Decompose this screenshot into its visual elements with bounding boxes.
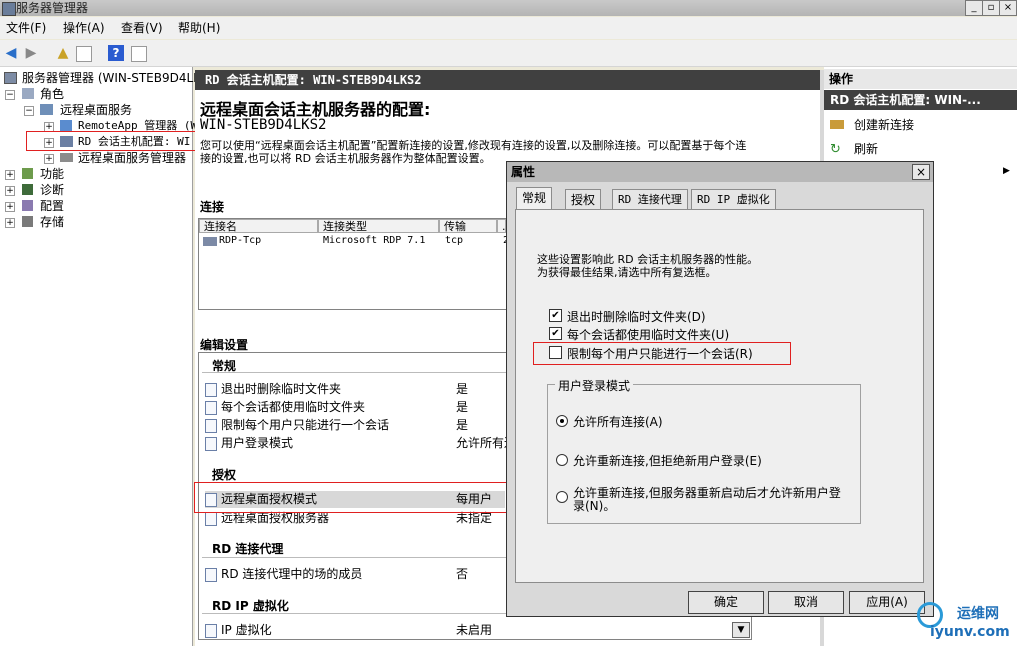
roles-icon bbox=[22, 88, 34, 99]
collapse-icon[interactable]: − bbox=[5, 90, 15, 100]
menu-help[interactable]: 帮助(H) bbox=[178, 17, 220, 39]
checkbox-delete-temp-label: 退出时删除临时文件夹(D) bbox=[567, 310, 706, 324]
close-window-button[interactable]: × bbox=[999, 0, 1017, 16]
col-connection-name[interactable]: 连接名 bbox=[199, 219, 318, 233]
tab-connection-broker[interactable]: RD 连接代理 bbox=[612, 189, 688, 210]
window-title: 服务器管理器 bbox=[16, 1, 89, 15]
apply-button[interactable]: 应用(A) bbox=[849, 591, 925, 614]
setting-row[interactable]: 退出时删除临时文件夹是 bbox=[205, 381, 468, 398]
highlight-box bbox=[26, 131, 196, 151]
expand-icon[interactable]: + bbox=[5, 202, 15, 212]
broker-section-title: RD 连接代理 bbox=[212, 542, 284, 556]
menu-action[interactable]: 操作(A) bbox=[63, 17, 105, 39]
divider bbox=[202, 372, 506, 373]
setting-row[interactable]: 限制每个用户只能进行一个会话是 bbox=[205, 417, 468, 434]
checkbox-per-session-temp-label: 每个会话都使用临时文件夹(U) bbox=[567, 328, 730, 342]
back-icon[interactable]: ◀ bbox=[2, 44, 20, 62]
network-icon bbox=[203, 237, 217, 246]
expand-icon[interactable]: + bbox=[5, 186, 15, 196]
description-line-2: 接的设置,也可以将 RD 会话主机服务器作为整体配置设置。 bbox=[200, 152, 491, 165]
radio-allow-after-restart-label-2: 录(N)。 bbox=[573, 499, 616, 513]
divider bbox=[202, 613, 506, 614]
remoteapp-icon bbox=[60, 120, 72, 131]
radio-deny-new[interactable] bbox=[556, 454, 568, 466]
checkbox-delete-temp[interactable]: ✔ bbox=[549, 309, 562, 322]
diagnostics-icon bbox=[22, 184, 33, 195]
col-connection-type[interactable]: 连接类型 bbox=[318, 219, 439, 233]
server-name: WIN-STEB9D4LKS2 bbox=[200, 117, 327, 133]
features-icon bbox=[22, 168, 33, 179]
radio-allow-all[interactable] bbox=[556, 415, 568, 427]
toolbar bbox=[0, 40, 1017, 67]
forward-icon[interactable]: ▶ bbox=[22, 44, 40, 62]
document-icon bbox=[205, 418, 217, 433]
setting-row[interactable]: 用户登录模式 允许所有连 bbox=[205, 435, 516, 452]
restore-button[interactable]: ▫ bbox=[982, 0, 1000, 16]
rds-manager-icon bbox=[60, 153, 73, 162]
radio-allow-all-label: 允许所有连接(A) bbox=[573, 415, 663, 429]
watermark-name: 运维网 bbox=[957, 606, 999, 622]
document-icon bbox=[205, 400, 217, 415]
dialog-title: 属性 bbox=[507, 162, 933, 182]
refresh-icon: ↻ bbox=[830, 142, 841, 157]
setting-row[interactable]: 每个会话都使用临时文件夹是 bbox=[205, 399, 468, 416]
help-icon[interactable]: ? bbox=[108, 45, 124, 61]
connections-title: 连接 bbox=[200, 200, 225, 214]
rds-icon bbox=[40, 104, 53, 115]
tab-licensing[interactable]: 授权 bbox=[565, 189, 602, 210]
col-transport[interactable]: 传输 bbox=[439, 219, 497, 233]
scroll-down-icon[interactable]: ▼ bbox=[732, 622, 750, 638]
logon-mode-title: 用户登录模式 bbox=[555, 377, 634, 394]
setting-row[interactable]: IP 虚拟化 未启用 bbox=[205, 622, 492, 639]
title-bar: 服务器管理器 bbox=[0, 0, 1017, 16]
server-manager-icon bbox=[2, 2, 16, 16]
radio-allow-after-restart[interactable] bbox=[556, 491, 568, 503]
divider bbox=[202, 557, 506, 558]
document-icon bbox=[205, 511, 217, 526]
expand-icon[interactable]: + bbox=[44, 154, 54, 164]
tab-ip-virtualization[interactable]: RD IP 虚拟化 bbox=[691, 189, 776, 210]
configuration-icon bbox=[22, 200, 33, 211]
tab-general[interactable]: 常规 bbox=[516, 187, 553, 211]
actions-subtitle[interactable]: RD 会话主机配置: WIN-... bbox=[824, 90, 1017, 110]
document-icon bbox=[205, 382, 217, 397]
menu-file[interactable]: 文件(F) bbox=[6, 17, 46, 39]
setting-row[interactable]: RD 连接代理中的场的成员否 bbox=[205, 566, 468, 583]
watermark-url: iyunv.com bbox=[930, 624, 1010, 640]
up-folder-icon[interactable]: ▲ bbox=[54, 44, 72, 62]
show-hide-tree-icon[interactable] bbox=[76, 46, 92, 62]
radio-deny-new-label: 允许重新连接,但拒绝新用户登录(E) bbox=[573, 454, 762, 468]
center-header: RD 会话主机配置: WIN-STEB9D4LKS2 bbox=[195, 70, 820, 90]
document-icon bbox=[205, 567, 217, 582]
actions-title: 操作 bbox=[824, 69, 1017, 89]
dialog-close-icon[interactable]: × bbox=[912, 164, 930, 180]
minimize-button[interactable]: _ bbox=[965, 0, 983, 16]
expand-icon[interactable]: + bbox=[5, 218, 15, 228]
highlight-box bbox=[533, 342, 791, 365]
intro-line-2: 为获得最佳结果,请选中所有复选框。 bbox=[537, 266, 717, 279]
action-pane-icon[interactable] bbox=[131, 46, 147, 62]
ipvirt-section-title: RD IP 虚拟化 bbox=[212, 599, 289, 613]
licensing-section-title: 授权 bbox=[212, 468, 237, 482]
edit-settings-title: 编辑设置 bbox=[200, 338, 249, 352]
collapse-icon[interactable]: − bbox=[24, 106, 34, 116]
expand-icon[interactable]: + bbox=[5, 170, 15, 180]
connection-row[interactable]: RDP-Tcp Microsoft RDP 7.1 tcp 2 bbox=[199, 234, 509, 250]
checkbox-per-session-temp[interactable]: ✔ bbox=[549, 327, 562, 340]
menu-view[interactable]: 查看(V) bbox=[121, 17, 163, 39]
cancel-button[interactable]: 取消 bbox=[768, 591, 844, 614]
col-more[interactable]: ... bbox=[497, 219, 513, 233]
document-icon bbox=[205, 623, 217, 638]
server-icon bbox=[4, 72, 17, 84]
ok-button[interactable]: 确定 bbox=[688, 591, 764, 614]
submenu-arrow-icon[interactable]: ▶ bbox=[1003, 166, 1010, 176]
highlight-box bbox=[194, 482, 508, 513]
new-connection-icon bbox=[830, 120, 844, 129]
storage-icon bbox=[22, 216, 33, 227]
document-icon bbox=[205, 436, 217, 451]
